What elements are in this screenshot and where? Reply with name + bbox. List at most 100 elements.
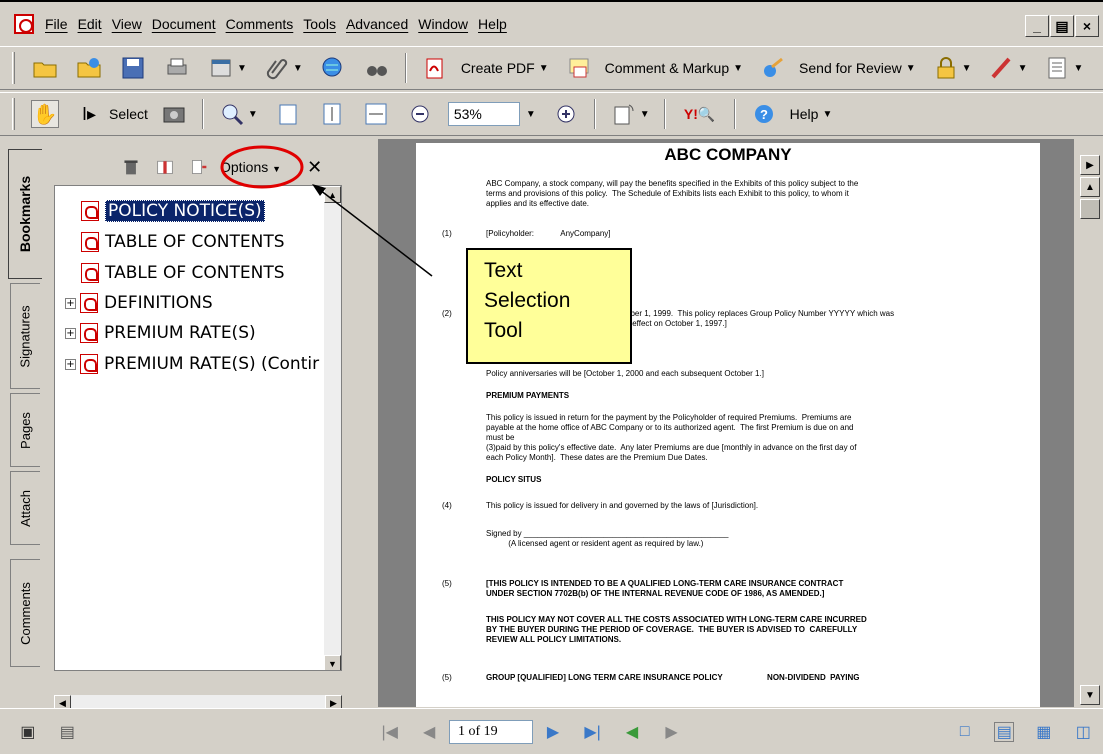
expand-bookmark-icon[interactable] [188, 156, 210, 178]
forms-icon[interactable] [1043, 54, 1071, 82]
menu-advanced[interactable]: Advanced [341, 16, 413, 32]
hand-tool-icon[interactable]: ✋ [31, 100, 59, 128]
bookmark-item-policy-notice[interactable]: POLICY NOTICE(S) [81, 198, 265, 224]
rotate-page-icon[interactable] [610, 100, 638, 128]
send-review-icon[interactable] [759, 54, 787, 82]
organizer-icon[interactable] [75, 54, 103, 82]
help-button[interactable]: Help [790, 106, 819, 122]
menu-edit[interactable]: Edit [73, 16, 107, 32]
menu-tools[interactable]: Tools [298, 16, 341, 32]
scroll-thumb[interactable] [1080, 199, 1100, 219]
tab-attachments[interactable]: Attach [10, 471, 40, 545]
single-page-icon[interactable]: □ [955, 722, 975, 742]
first-page-icon[interactable]: |◀ [380, 722, 400, 742]
chevron-down-icon[interactable]: ▼ [1073, 63, 1083, 74]
bookmark-item-table-of-contents-2[interactable]: TABLE OF CONTENTS [81, 260, 285, 286]
trash-icon[interactable] [120, 156, 142, 178]
tab-signatures[interactable]: Signatures [10, 283, 40, 389]
acrobat-app-icon[interactable] [14, 14, 34, 34]
chevron-down-icon[interactable]: ▼ [248, 109, 258, 120]
zoom-in-icon[interactable] [552, 100, 580, 128]
chevron-down-icon[interactable]: ▼ [539, 63, 549, 74]
scroll-down-arrow-icon[interactable]: ▼ [324, 655, 341, 670]
document-properties-icon[interactable] [207, 54, 235, 82]
continuous-facing-icon[interactable]: ◫ [1074, 722, 1094, 742]
yahoo-toolbar-icon[interactable]: Y!🔍 [680, 100, 720, 128]
menu-file[interactable]: File [40, 16, 73, 32]
bookmark-item-premium-rates[interactable]: + PREMIUM RATE(S) [55, 320, 256, 346]
continuous-page-icon[interactable]: ▤ [994, 721, 1015, 742]
bookmark-item-definitions[interactable]: + DEFINITIONS [55, 290, 213, 316]
next-page-arrow-icon[interactable]: ▶ [1080, 155, 1100, 175]
close-button[interactable]: × [1075, 15, 1099, 37]
binoculars-icon[interactable] [363, 54, 391, 82]
fit-page-icon[interactable] [318, 100, 346, 128]
next-view-icon[interactable]: ▶ [662, 722, 682, 742]
bookmark-item-premium-rates-continued[interactable]: + PREMIUM RATE(S) (Contir [55, 351, 319, 377]
chevron-down-icon[interactable]: ▼ [293, 63, 303, 74]
expand-plus-icon[interactable]: + [65, 358, 76, 370]
next-page-icon[interactable]: ▶ [543, 722, 563, 742]
options-menu-button[interactable]: Options ▼ [220, 159, 281, 175]
create-pdf-button[interactable]: Create PDF [461, 60, 535, 76]
chevron-down-icon[interactable]: ▼ [526, 109, 536, 120]
zoom-input[interactable]: 53% [447, 102, 520, 126]
close-pane-icon[interactable]: ✕ [307, 157, 322, 178]
snapshot-camera-icon[interactable] [160, 100, 188, 128]
fit-width-icon[interactable] [362, 100, 390, 128]
menu-window[interactable]: Window [413, 16, 473, 32]
select-tool-button[interactable]: Select [109, 106, 148, 122]
previous-page-icon[interactable]: ◀ [419, 722, 439, 742]
save-icon[interactable] [119, 54, 147, 82]
page-number-input[interactable]: 1 of 19 [448, 719, 534, 744]
monitor-icon[interactable]: ▣ [18, 722, 38, 742]
bookmarks-vertical-scrollbar[interactable]: ▲ ▼ [324, 186, 341, 670]
scroll-up-arrow-icon[interactable]: ▲ [1080, 177, 1100, 197]
help-icon[interactable]: ? [750, 100, 778, 128]
menu-view[interactable]: View [107, 16, 147, 32]
pdf-page[interactable]: ABC COMPANY ABC Company, a stock company… [416, 143, 1040, 707]
comment-markup-icon[interactable] [565, 54, 593, 82]
expand-plus-icon[interactable]: + [65, 297, 76, 309]
email-globe-icon[interactable] [319, 54, 347, 82]
pane-splitter[interactable] [372, 139, 379, 707]
chevron-down-icon[interactable]: ▼ [640, 109, 650, 120]
zoom-out-icon[interactable] [406, 100, 434, 128]
comment-markup-button[interactable]: Comment & Markup [605, 60, 729, 76]
chevron-down-icon[interactable]: ▼ [906, 63, 916, 74]
create-pdf-icon[interactable] [421, 54, 449, 82]
restore-button[interactable]: ▤ [1050, 15, 1074, 37]
chevron-down-icon[interactable]: ▼ [1018, 63, 1028, 74]
chevron-down-icon[interactable]: ▼ [733, 63, 743, 74]
paperclip-icon[interactable] [263, 54, 291, 82]
print-icon[interactable] [163, 54, 191, 82]
menu-document[interactable]: Document [147, 16, 221, 32]
minimize-button[interactable]: _ [1025, 15, 1049, 37]
chevron-down-icon[interactable]: ▼ [822, 109, 832, 120]
toolbar-grip[interactable] [12, 98, 15, 130]
menu-comments[interactable]: Comments [221, 16, 299, 32]
zoom-in-tool-icon[interactable] [218, 100, 246, 128]
actual-size-icon[interactable] [274, 100, 302, 128]
tab-bookmarks[interactable]: Bookmarks [8, 149, 42, 279]
page-options-icon[interactable]: ▤ [58, 722, 78, 742]
send-for-review-button[interactable]: Send for Review [799, 60, 902, 76]
chevron-down-icon[interactable]: ▼ [237, 63, 247, 74]
open-folder-icon[interactable] [31, 54, 59, 82]
tab-pages[interactable]: Pages [10, 393, 40, 467]
sign-pen-icon[interactable] [988, 54, 1016, 82]
tab-comments[interactable]: Comments [10, 559, 40, 667]
last-page-icon[interactable]: ▶| [583, 722, 603, 742]
facing-pages-icon[interactable]: ▦ [1034, 722, 1054, 742]
new-bookmark-icon[interactable] [154, 156, 176, 178]
scroll-down-arrow-icon[interactable]: ▼ [1080, 685, 1100, 705]
bookmark-item-table-of-contents[interactable]: TABLE OF CONTENTS [81, 229, 285, 255]
lock-icon[interactable] [932, 54, 960, 82]
toolbar-grip[interactable] [12, 52, 15, 84]
previous-view-icon[interactable]: ◀ [622, 722, 642, 742]
document-vertical-scrollbar[interactable]: ▶ ▲ ▼ [1073, 139, 1103, 707]
expand-plus-icon[interactable]: + [65, 327, 76, 339]
scroll-up-arrow-icon[interactable]: ▲ [324, 186, 341, 203]
text-select-cursor-icon[interactable]: I▸ [75, 100, 103, 128]
chevron-down-icon[interactable]: ▼ [962, 63, 972, 74]
